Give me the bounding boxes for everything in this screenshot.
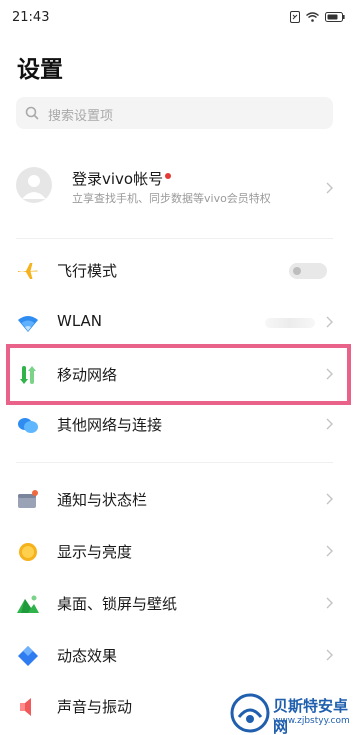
chevron-right-icon [326, 493, 333, 505]
wlan-status-blurred [265, 318, 315, 328]
status-icons [290, 11, 345, 23]
watermark-name: 贝斯特安卓网 [273, 697, 349, 735]
row-wallpaper[interactable]: 桌面、锁屏与壁纸 [0, 577, 357, 629]
airplane-toggle[interactable] [289, 263, 327, 279]
divider [16, 462, 333, 463]
airplane-icon [18, 263, 38, 279]
status-bar: 21:43 [0, 0, 357, 34]
toggle-knob [293, 267, 301, 275]
wallpaper-icon [17, 595, 39, 613]
red-dot-badge [165, 173, 172, 179]
user-icon [22, 175, 46, 199]
chevron-right-icon [326, 316, 333, 328]
row-effects[interactable]: 动态效果 [0, 629, 357, 681]
wifi-status-icon [306, 12, 319, 22]
chevron-right-icon [326, 418, 333, 430]
battery-icon [325, 12, 345, 22]
row-label: WLAN [57, 312, 103, 330]
page-title: 设置 [17, 57, 63, 83]
row-label: 飞行模式 [57, 262, 118, 280]
row-label: 桌面、锁屏与壁纸 [57, 595, 178, 613]
effects-icon [18, 646, 38, 666]
chevron-right-icon [326, 182, 333, 194]
wifi-icon [18, 316, 38, 332]
search-icon [25, 106, 39, 120]
row-label: 声音与振动 [57, 698, 133, 716]
account-login-row[interactable]: 登录vivo帐号 立享查找手机、同步数据等vivo会员特权 [0, 153, 357, 223]
brightness-icon [19, 543, 37, 561]
row-label: 动态效果 [57, 647, 118, 665]
chevron-right-icon [326, 649, 333, 661]
account-subtitle: 立享查找手机、同步数据等vivo会员特权 [72, 192, 271, 205]
other-networks-icon [18, 418, 38, 433]
row-label: 显示与亮度 [57, 543, 133, 561]
nfc-icon [290, 11, 300, 23]
row-other-networks[interactable]: 其他网络与连接 [0, 398, 357, 450]
divider [16, 238, 333, 239]
row-notifications[interactable]: 通知与状态栏 [0, 473, 357, 525]
notification-icon [18, 490, 38, 508]
sound-icon [20, 698, 31, 716]
avatar [16, 167, 52, 203]
chevron-right-icon [326, 545, 333, 557]
highlight-frame [6, 344, 351, 405]
search-input[interactable]: 搜索设置项 [16, 97, 333, 129]
watermark-url: www.zjbstyy.com [273, 716, 350, 726]
status-time: 21:43 [12, 10, 50, 25]
row-display[interactable]: 显示与亮度 [0, 525, 357, 577]
watermark-logo-icon [230, 693, 270, 733]
search-placeholder: 搜索设置项 [48, 109, 114, 124]
chevron-right-icon [326, 597, 333, 609]
account-title: 登录vivo帐号 [72, 168, 172, 189]
row-label: 其他网络与连接 [57, 416, 163, 434]
row-wlan[interactable]: WLAN [0, 296, 357, 348]
watermark: 贝斯特安卓网 www.zjbstyy.com [230, 693, 355, 735]
row-airplane-mode[interactable]: 飞行模式 [0, 244, 357, 296]
row-label: 通知与状态栏 [57, 491, 148, 509]
